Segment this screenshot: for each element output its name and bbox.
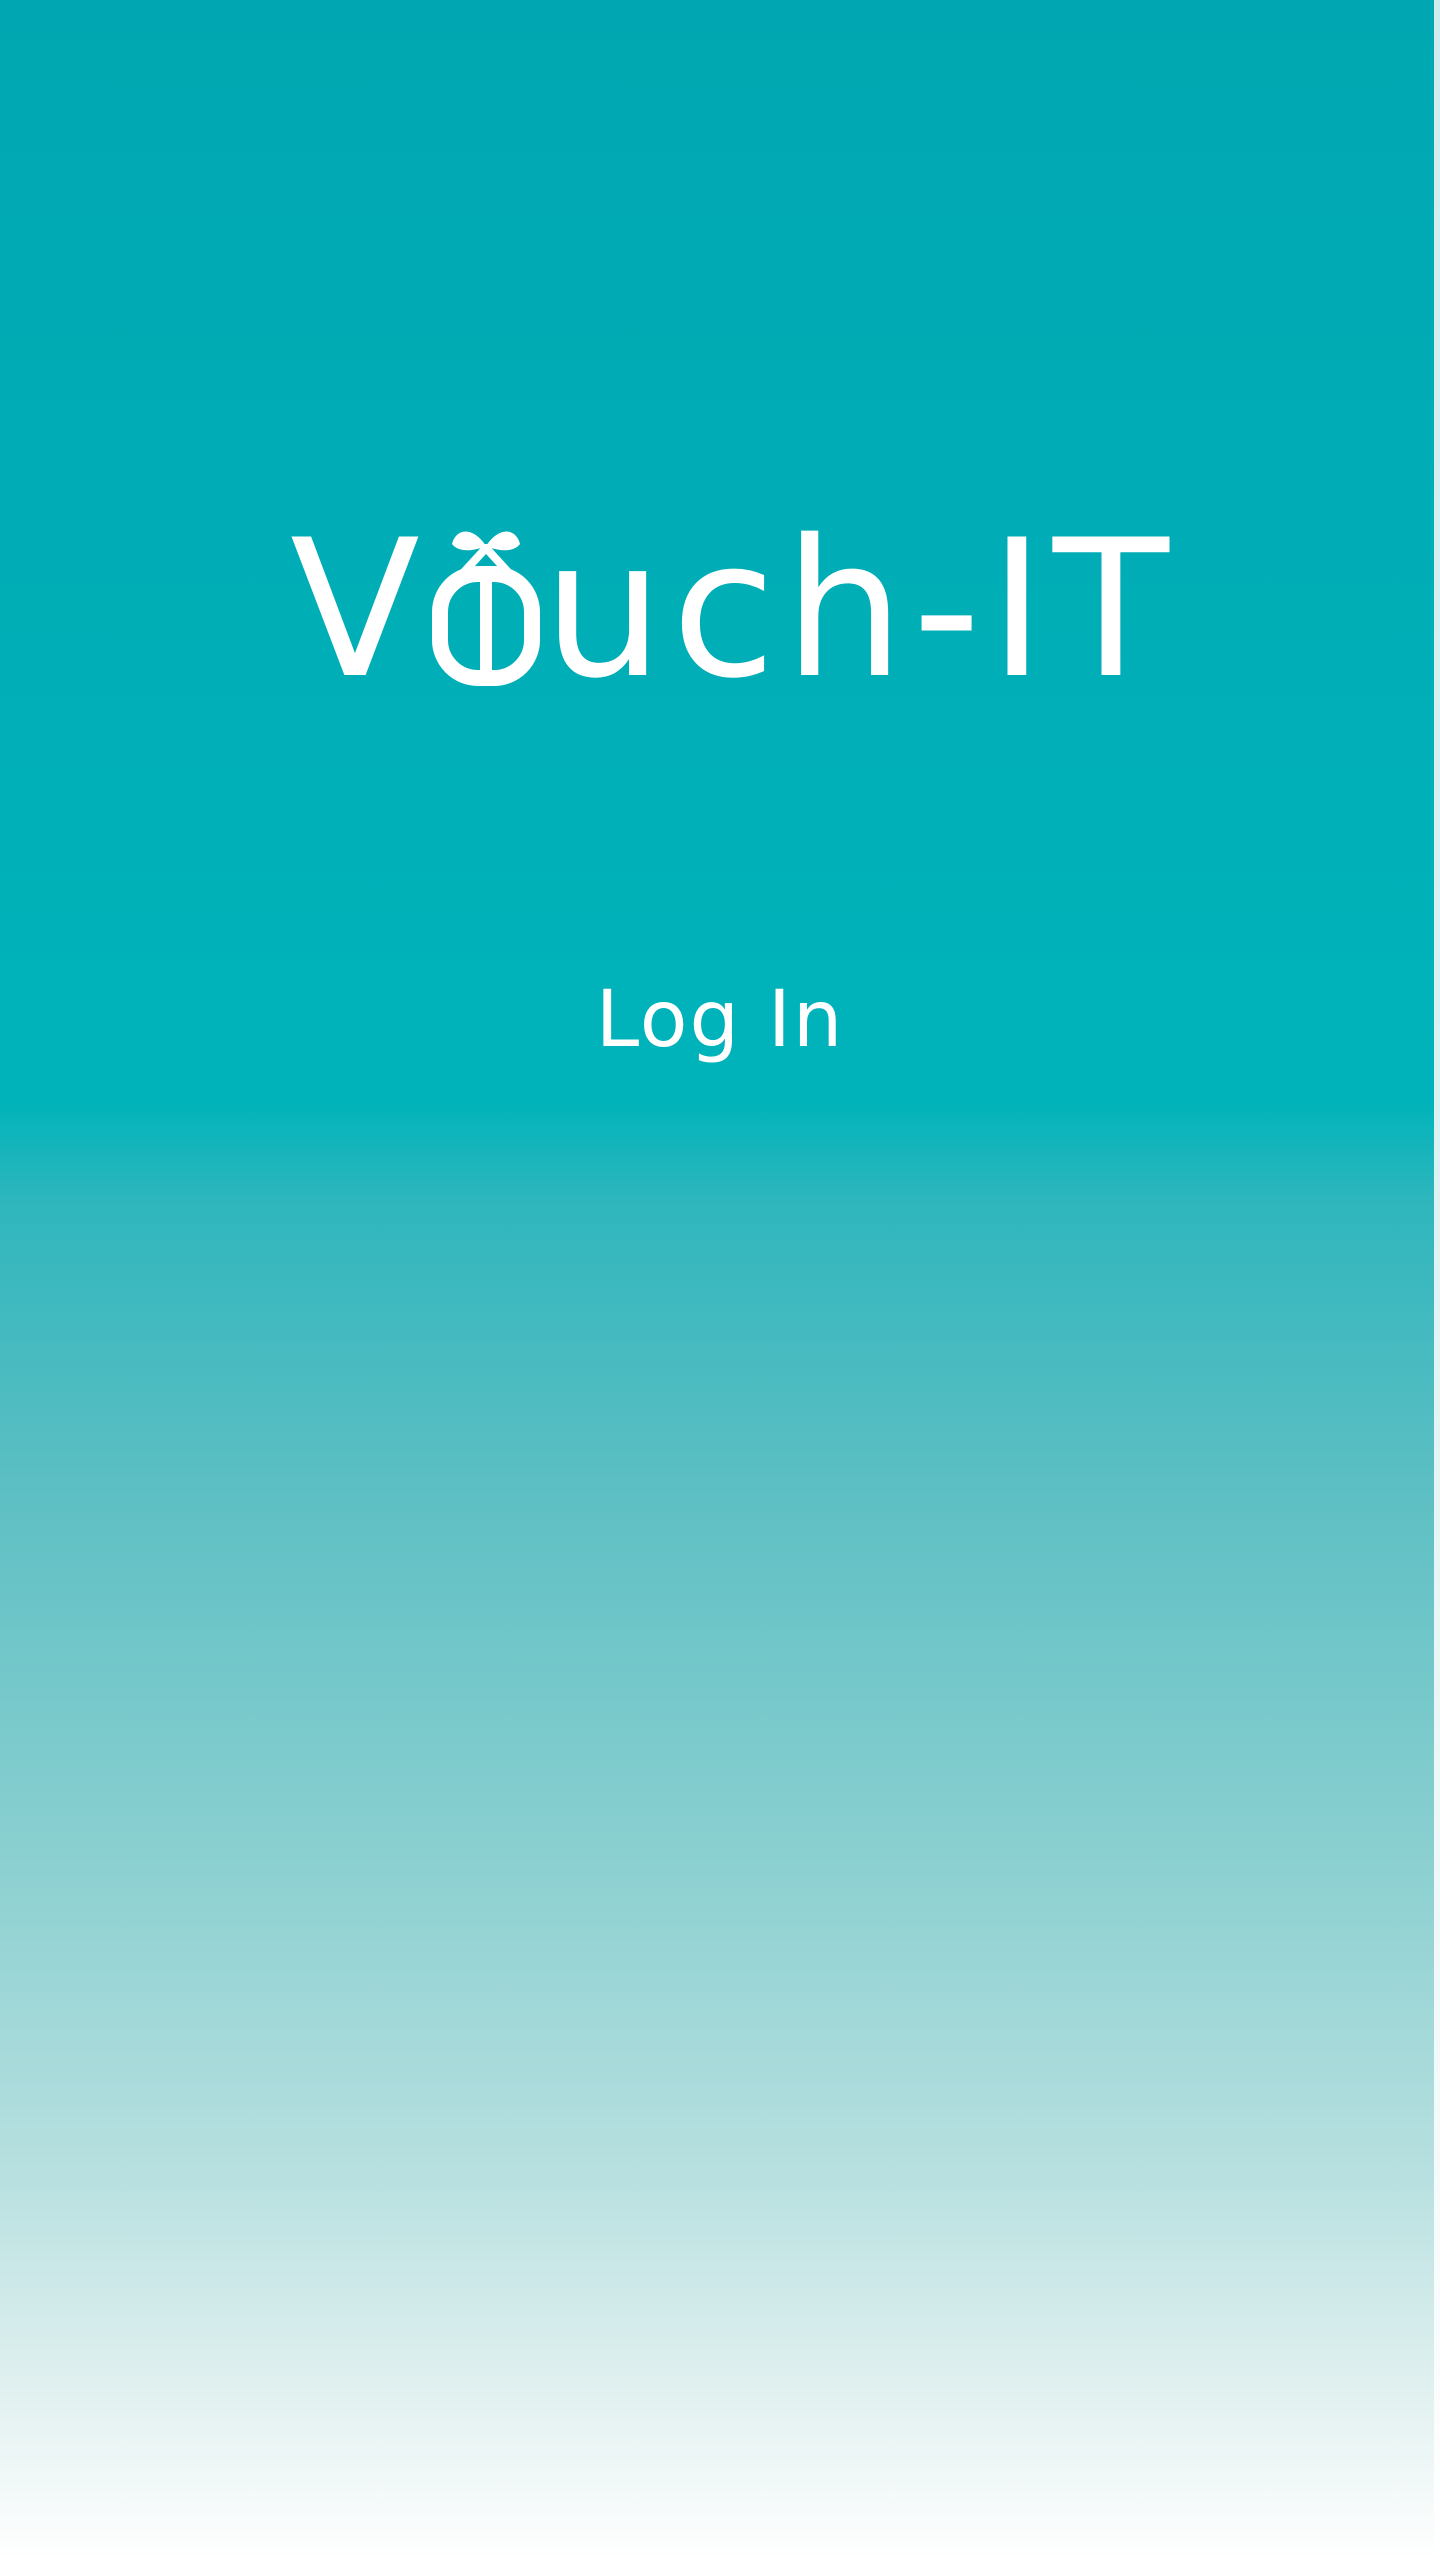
screen-edge bbox=[1434, 0, 1440, 2560]
login-screen: V uch-IT Log In bbox=[0, 0, 1440, 2560]
login-button[interactable]: Log In bbox=[560, 960, 880, 1080]
logo-text: V uch-IT bbox=[290, 499, 1169, 720]
logo-text-start: V bbox=[290, 499, 428, 720]
gift-icon bbox=[428, 520, 543, 700]
app-logo: V uch-IT bbox=[290, 499, 1169, 720]
logo-text-end: uch-IT bbox=[542, 499, 1177, 720]
